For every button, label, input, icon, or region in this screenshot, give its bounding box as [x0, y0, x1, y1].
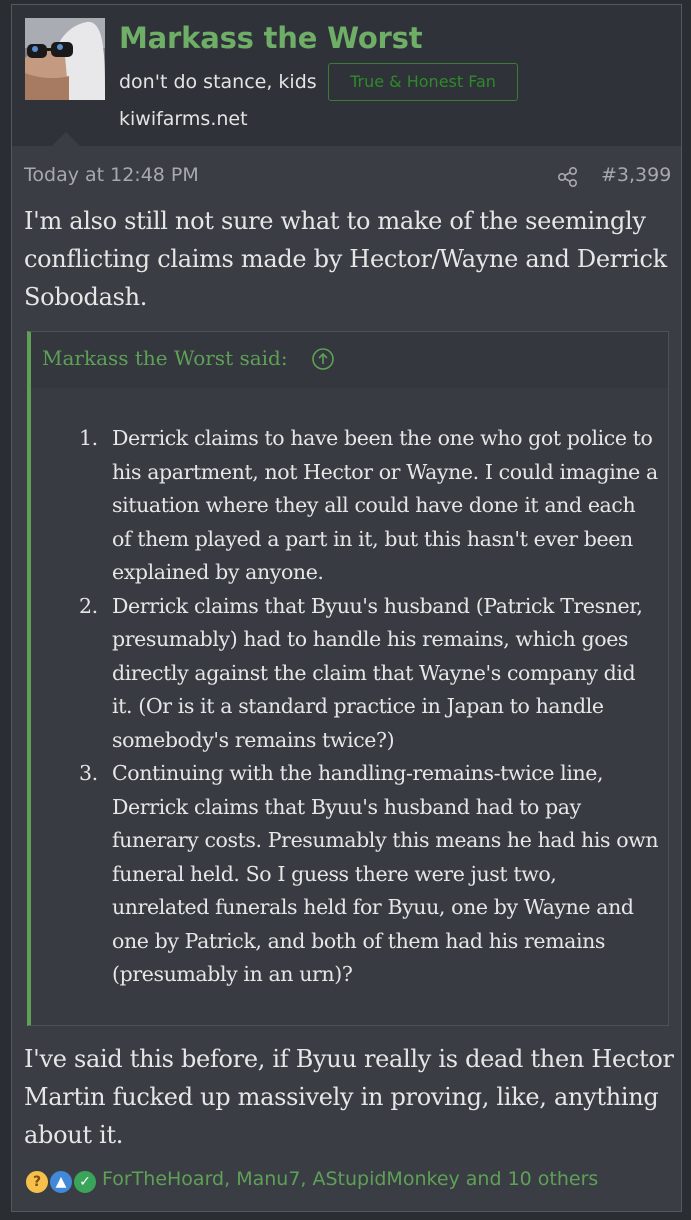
post-container: Markass the Worst don't do stance, kids … [11, 4, 682, 1212]
avatar-image [25, 18, 105, 100]
list-item-text: Continuing with the handling-remains-twi… [112, 761, 659, 986]
user-name[interactable]: Markass the Worst [119, 21, 423, 55]
user-banner: True & Honest Fan [328, 63, 518, 101]
quote-list: 1. Derrick claims to have been the one w… [79, 422, 659, 992]
post-outro-text: I've said this before, if Byuu really is… [24, 1045, 674, 1149]
list-item-number: 3. [79, 761, 98, 785]
share-icon[interactable] [557, 166, 579, 188]
user-block: Markass the Worst don't do stance, kids … [12, 5, 681, 146]
reactions-bar[interactable]: ? ▲ ✓ ForTheHoard, Manu7, AStupidMonkey … [24, 1167, 664, 1195]
avatar[interactable] [25, 18, 105, 100]
agree-icon: ✓ [72, 1169, 98, 1195]
user-title: don't do stance, kids [119, 71, 317, 93]
list-item: 1. Derrick claims to have been the one w… [79, 422, 659, 590]
arrow-up-circle-icon[interactable] [311, 347, 335, 371]
quote-block: Markass the Worst said: 1. Derrick claim… [27, 331, 669, 1026]
quote-author[interactable]: Markass the Worst said: [42, 346, 288, 370]
list-item-number: 1. [79, 426, 98, 450]
post-number[interactable]: #3,399 [601, 164, 671, 186]
quote-header: Markass the Worst said: [31, 332, 668, 388]
list-item: 2. Derrick claims that Byuu's husband (P… [79, 590, 659, 758]
user-extra: kiwifarms.net [119, 108, 248, 130]
list-item: 3. Continuing with the handling-remains-… [79, 757, 659, 992]
list-item-text: Derrick claims that Byuu's husband (Patr… [112, 593, 643, 752]
post-intro-text: I'm also still not sure what to make of … [24, 207, 667, 311]
thinking-icon: ? [24, 1169, 50, 1195]
reaction-users[interactable]: ForTheHoard, Manu7, AStupidMonkey and 10… [102, 1168, 598, 1190]
post-date[interactable]: Today at 12:48 PM [24, 164, 199, 186]
list-item-text: Derrick claims to have been the one who … [112, 426, 658, 584]
list-item-number: 2. [79, 593, 98, 618]
like-icon: ▲ [48, 1169, 74, 1195]
